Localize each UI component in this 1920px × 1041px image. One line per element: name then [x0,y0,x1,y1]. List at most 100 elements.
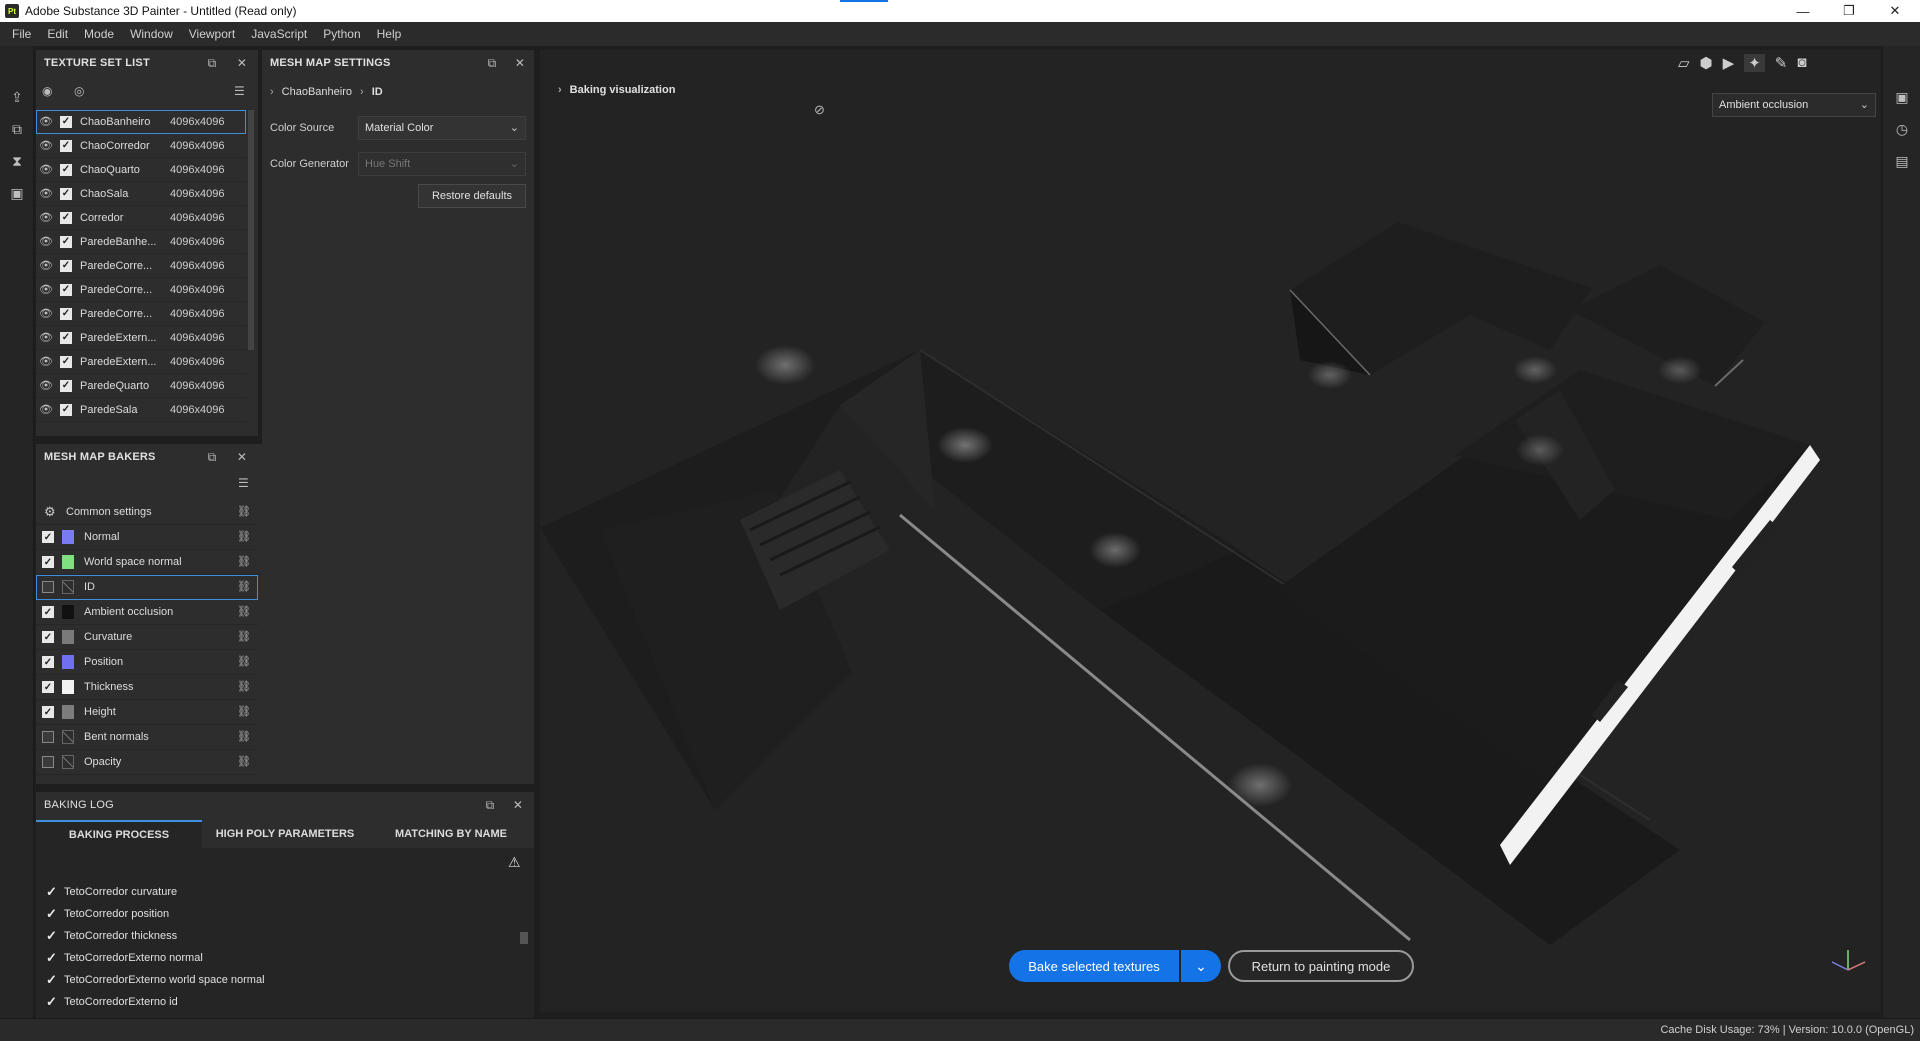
link-icon[interactable]: ⛓ [236,655,252,669]
baker-row[interactable]: ✓ Ambient occlusion ⛓ [36,600,258,625]
common-settings-row[interactable]: ⚙ Common settings ⛓ [36,500,258,525]
baker-row[interactable]: ✓ Normal ⛓ [36,525,258,550]
menu-edit[interactable]: Edit [39,27,76,41]
close-icon[interactable]: ✕ [510,797,526,813]
texture-set-row[interactable]: 👁︎ ✓ Corredor 4096x4096 [36,206,246,230]
hourglass-icon[interactable]: ⧗ [8,152,26,170]
baker-row[interactable]: ID ⛓ [36,575,258,600]
link-icon[interactable]: ⛓ [236,630,252,644]
link-icon[interactable]: ⛓ [236,730,252,744]
baker-checkbox[interactable]: ✓ [42,656,54,668]
baker-checkbox[interactable]: ✓ [42,706,54,718]
texture-set-checkbox[interactable]: ✓ [60,379,72,392]
baker-row[interactable]: ✓ World space normal ⛓ [36,550,258,575]
texture-set-checkbox[interactable]: ✓ [60,307,72,320]
frame-icon[interactable]: ▱ [1678,54,1690,72]
eye-icon[interactable]: 👁︎ [38,403,54,416]
warning-icon[interactable]: ⚠ [508,854,521,871]
eye-icon[interactable]: 👁︎ [38,259,54,272]
eye-icon[interactable]: 👁︎ [38,379,54,392]
baker-row[interactable]: ✓ Curvature ⛓ [36,625,258,650]
close-icon[interactable]: ✕ [512,55,528,71]
baker-checkbox[interactable] [42,581,54,593]
texture-set-row[interactable]: 👁︎ ✓ ParedeSala 4096x4096 [36,398,246,422]
cube-icon[interactable]: ⬢ [1700,54,1713,72]
baker-row[interactable]: Opacity ⛓ [36,750,258,775]
texture-set-checkbox[interactable]: ✓ [60,211,72,224]
eye-icon[interactable]: 👁︎ [38,355,54,368]
list-menu-icon[interactable]: ☰ [234,84,245,98]
eye-icon[interactable]: 👁︎ [38,331,54,344]
history-icon[interactable]: ◷ [1893,120,1911,138]
texture-set-checkbox[interactable]: ✓ [60,139,72,152]
eye-icon[interactable]: 👁︎ [38,235,54,248]
texture-set-row[interactable]: 👁︎ ✓ ParedeCorre... 4096x4096 [36,302,246,326]
texture-set-checkbox[interactable]: ✓ [60,163,72,176]
eye-icon[interactable]: 👁︎ [38,187,54,200]
baker-row[interactable]: ✓ Thickness ⛓ [36,675,258,700]
baker-row[interactable]: ✓ Position ⛓ [36,650,258,675]
eye-icon[interactable]: 👁︎ [38,307,54,320]
close-button[interactable]: ✕ [1872,0,1918,22]
screenshot-icon[interactable]: ◙ [1797,54,1806,72]
baker-row[interactable]: ✓ Height ⛓ [36,700,258,725]
texture-set-row[interactable]: 👁︎ ✓ ParedeBanhe... 4096x4096 [36,230,246,254]
eye-icon[interactable]: 👁︎ [38,139,54,152]
return-to-painting-mode-button[interactable]: Return to painting mode [1228,950,1414,982]
shelf-icon[interactable]: ⧉ [8,120,26,138]
camera-settings-icon[interactable]: ▣ [8,184,26,202]
texture-set-row[interactable]: 👁︎ ✓ ChaoBanheiro 4096x4096 [36,110,246,134]
color-generator-dropdown[interactable]: Hue Shift ⌄ [358,152,526,176]
baker-checkbox[interactable] [42,731,54,743]
texture-set-row[interactable]: 👁︎ ✓ ChaoQuarto 4096x4096 [36,158,246,182]
link-icon[interactable]: ⛓ [236,605,252,619]
eye-icon[interactable]: ◎ [74,84,84,98]
tab-baking-process[interactable]: BAKING PROCESS [36,820,202,848]
breadcrumb-texture-set[interactable]: ChaoBanheiro [282,86,352,98]
texture-set-row[interactable]: 👁︎ ✓ ChaoSala 4096x4096 [36,182,246,206]
eye-icon[interactable]: 👁︎ [38,163,54,176]
link-icon[interactable]: ⛓ [236,755,252,769]
texture-set-row[interactable]: 👁︎ ✓ ParedeExtern... 4096x4096 [36,350,246,374]
baker-checkbox[interactable]: ✓ [42,606,54,618]
tab-high-poly-parameters[interactable]: HIGH POLY PARAMETERS [202,820,368,848]
texture-set-checkbox[interactable]: ✓ [60,283,72,296]
menu-mode[interactable]: Mode [76,27,122,41]
link-icon[interactable]: ⛓ [236,505,252,519]
restore-button[interactable]: ❐ [1826,0,1872,22]
close-icon[interactable]: ✕ [234,55,250,71]
video-camera-icon[interactable]: ▶ [1723,54,1735,72]
link-icon[interactable]: ⛓ [236,680,252,694]
texture-set-row[interactable]: 👁︎ ✓ ParedeCorre... 4096x4096 [36,278,246,302]
bake-mode-icon[interactable]: ✦ [1744,54,1765,72]
tab-matching-by-name[interactable]: MATCHING BY NAME [368,820,534,848]
texture-set-row[interactable]: 👁︎ ✓ ParedeCorre... 4096x4096 [36,254,246,278]
texture-set-checkbox[interactable]: ✓ [60,259,72,272]
viewport[interactable]: › Baking visualization ⊘ ▱ ⬢ ▶ ✦ ✎ ◙ Amb… [540,50,1880,1012]
color-source-dropdown[interactable]: Material Color ⌄ [358,116,526,140]
bake-options-chevron-down-icon[interactable]: ⌄ [1181,950,1221,982]
eye-icon[interactable]: 👁︎ [38,115,54,128]
link-icon[interactable]: ⛓ [236,580,252,594]
texture-set-row[interactable]: 👁︎ ✓ ParedeExtern... 4096x4096 [36,326,246,350]
texture-set-row[interactable]: 👁︎ ✓ ParedeQuarto 4096x4096 [36,374,246,398]
minimize-button[interactable]: — [1780,0,1826,22]
texture-set-row[interactable]: 👁︎ ✓ ChaoCorredor 4096x4096 [36,134,246,158]
visibility-toggle-icon[interactable]: ◉ [42,84,52,98]
hide-eye-icon[interactable]: ⊘ [814,102,825,118]
baker-checkbox[interactable]: ✓ [42,556,54,568]
menu-viewport[interactable]: Viewport [181,27,243,41]
restore-defaults-button[interactable]: Restore defaults [418,184,526,208]
export-icon[interactable]: ⇪ [8,88,26,106]
list-menu-icon[interactable]: ☰ [238,476,249,490]
texture-set-checkbox[interactable]: ✓ [60,331,72,344]
properties-icon[interactable]: ▤ [1893,152,1911,170]
eye-icon[interactable]: 👁︎ [38,211,54,224]
undock-icon[interactable]: ⧉ [204,449,220,465]
undock-icon[interactable]: ⧉ [482,797,498,813]
link-icon[interactable]: ⛓ [236,705,252,719]
baker-row[interactable]: Bent normals ⛓ [36,725,258,750]
brush-icon[interactable]: ✎ [1775,54,1788,72]
undock-icon[interactable]: ⧉ [204,55,220,71]
bake-selected-textures-button[interactable]: Bake selected textures [1009,950,1179,982]
